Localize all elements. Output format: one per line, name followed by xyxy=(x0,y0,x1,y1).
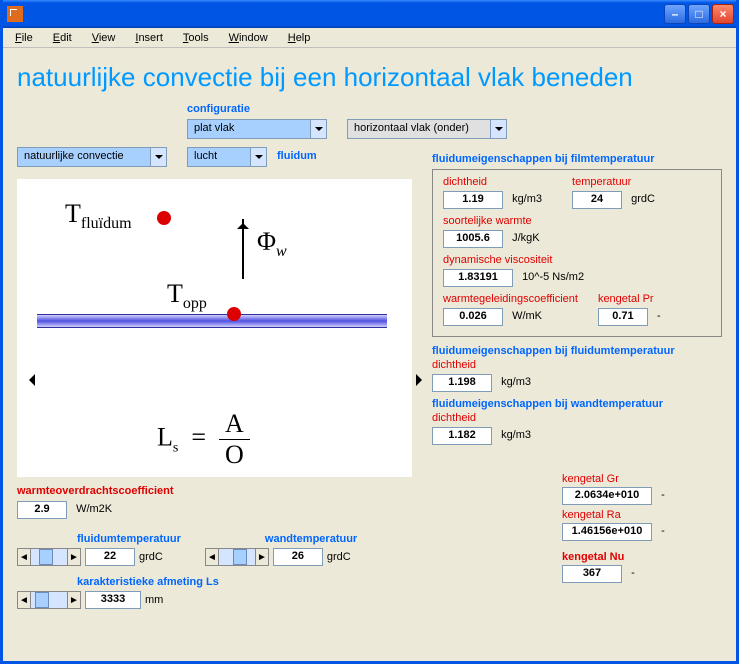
minimize-button[interactable]: – xyxy=(664,4,686,24)
temp-film-label: temperatuur xyxy=(572,176,655,188)
tfluid-input[interactable]: 22 xyxy=(85,548,135,566)
tfluid-label: fluidumtemperatuur xyxy=(77,533,181,545)
chevron-down-icon xyxy=(150,148,166,166)
arrow-left-icon[interactable]: ◄ xyxy=(17,548,31,566)
temp-film-unit: grdC xyxy=(631,193,655,205)
diagram-topp: Topp xyxy=(167,279,207,308)
film-props-panel: dichtheid 1.19 kg/m3 temperatuur 24 grdC xyxy=(432,169,722,337)
density-walltemp-unit: kg/m3 xyxy=(501,429,531,441)
page-title: natuurlijke convectie bij een horizontaa… xyxy=(17,62,722,93)
cp-film-value: 1005.6 xyxy=(443,230,503,248)
maximize-button[interactable]: □ xyxy=(688,4,710,24)
diagram: Tfluïdum Φw Topp Ls xyxy=(17,179,412,477)
orientation-value: horizontaal vlak (onder) xyxy=(348,120,490,138)
density-fluidtemp-label: dichtheid xyxy=(432,359,722,371)
chevron-down-icon xyxy=(250,148,266,166)
arrow-right-icon[interactable]: ► xyxy=(67,548,81,566)
h-unit: W/m2K xyxy=(76,503,112,515)
ra-label: kengetal Ra xyxy=(562,509,722,521)
mu-film-value: 1.83191 xyxy=(443,269,513,287)
tfluid-slider[interactable]: ◄ ► xyxy=(17,548,81,566)
diagram-phi-arrow-icon xyxy=(242,219,244,279)
h-label: warmteoverdrachtscoefficient xyxy=(17,485,412,497)
density-film-unit: kg/m3 xyxy=(512,193,542,205)
arrow-right-icon[interactable]: ► xyxy=(255,548,269,566)
cp-film-label: soortelijke warmte xyxy=(443,215,711,227)
menubar: FFileile Edit View Insert Tools Window H… xyxy=(3,28,736,48)
twall-unit: grdC xyxy=(327,551,351,563)
pr-unit: - xyxy=(657,310,661,322)
pr-label: kengetal Pr xyxy=(598,293,661,305)
ls-input[interactable]: 3333 xyxy=(85,591,141,609)
cp-film-unit: J/kgK xyxy=(512,232,540,244)
ls-label: karakteristieke afmeting Ls xyxy=(77,576,412,588)
density-fluidtemp-unit: kg/m3 xyxy=(501,376,531,388)
diagram-plate xyxy=(37,314,387,328)
diagram-surface-dot-icon xyxy=(227,307,241,321)
menu-window[interactable]: Window xyxy=(221,30,276,46)
k-film-label: warmtegeleidingscoefficient xyxy=(443,293,578,305)
menu-view[interactable]: View xyxy=(84,30,124,46)
density-film-value: 1.19 xyxy=(443,191,503,209)
nu-label: kengetal Nu xyxy=(562,551,722,563)
ra-unit: - xyxy=(661,525,665,537)
shape-value: plat vlak xyxy=(188,120,310,138)
flow-mode-dropdown[interactable]: natuurlijke convectie xyxy=(17,147,167,167)
k-film-value: 0.026 xyxy=(443,308,503,326)
twall-label: wandtemperatuur xyxy=(265,533,357,545)
gr-unit: - xyxy=(661,489,665,501)
flow-mode-value: natuurlijke convectie xyxy=(18,148,150,166)
menu-insert[interactable]: Insert xyxy=(127,30,171,46)
chevron-down-icon xyxy=(490,120,506,138)
ls-unit: mm xyxy=(145,594,163,606)
diagram-tfluid: Tfluïdum xyxy=(65,199,132,228)
menu-tools[interactable]: Tools xyxy=(175,30,217,46)
mu-film-label: dynamische viscositeit xyxy=(443,254,711,266)
arrow-left-icon[interactable]: ◄ xyxy=(205,548,219,566)
tfluid-unit: grdC xyxy=(139,551,163,563)
shape-dropdown[interactable]: plat vlak xyxy=(187,119,327,139)
app-icon xyxy=(7,6,23,22)
density-film-label: dichtheid xyxy=(443,176,542,188)
temp-film-value: 24 xyxy=(572,191,622,209)
twall-input[interactable]: 26 xyxy=(273,548,323,566)
fluid-dropdown[interactable]: lucht xyxy=(187,147,267,167)
fluid-value: lucht xyxy=(188,148,250,166)
k-film-unit: W/mK xyxy=(512,310,542,322)
chevron-down-icon xyxy=(310,120,326,138)
ra-value: 1.46156e+010 xyxy=(562,523,652,541)
diagram-left-marker-icon xyxy=(23,374,35,386)
ls-slider[interactable]: ◄ ► xyxy=(17,591,81,609)
nu-unit: - xyxy=(631,567,635,579)
diagram-ls-equation: Ls = AO xyxy=(157,409,250,470)
titlebar: – □ × xyxy=(3,0,736,28)
menu-file[interactable]: FFileile xyxy=(7,30,41,46)
arrow-left-icon[interactable]: ◄ xyxy=(17,591,31,609)
diagram-fluid-dot-icon xyxy=(157,211,171,225)
twall-slider[interactable]: ◄ ► xyxy=(205,548,269,566)
density-walltemp-value: 1.182 xyxy=(432,427,492,445)
density-fluidtemp-value: 1.198 xyxy=(432,374,492,392)
close-button[interactable]: × xyxy=(712,4,734,24)
gr-label: kengetal Gr xyxy=(562,473,722,485)
diagram-right-marker-icon xyxy=(416,374,428,386)
menu-help[interactable]: Help xyxy=(280,30,319,46)
fluid-label: fluidum xyxy=(277,150,317,162)
arrow-right-icon[interactable]: ► xyxy=(67,591,81,609)
density-walltemp-label: dichtheid xyxy=(432,412,722,424)
menu-edit[interactable]: Edit xyxy=(45,30,80,46)
diagram-phi: Φw xyxy=(257,227,287,256)
gr-value: 2.0634e+010 xyxy=(562,487,652,505)
walltemp-props-heading: fluidumeigenschappen bij wandtemperatuur xyxy=(432,398,722,410)
mu-film-unit: 10^-5 Ns/m2 xyxy=(522,271,584,283)
nu-value: 367 xyxy=(562,565,622,583)
orientation-dropdown[interactable]: horizontaal vlak (onder) xyxy=(347,119,507,139)
config-label: configuratie xyxy=(187,103,250,115)
h-value: 2.9 xyxy=(17,501,67,519)
pr-value: 0.71 xyxy=(598,308,648,326)
fluidtemp-props-heading: fluidumeigenschappen bij fluidumtemperat… xyxy=(432,345,722,357)
